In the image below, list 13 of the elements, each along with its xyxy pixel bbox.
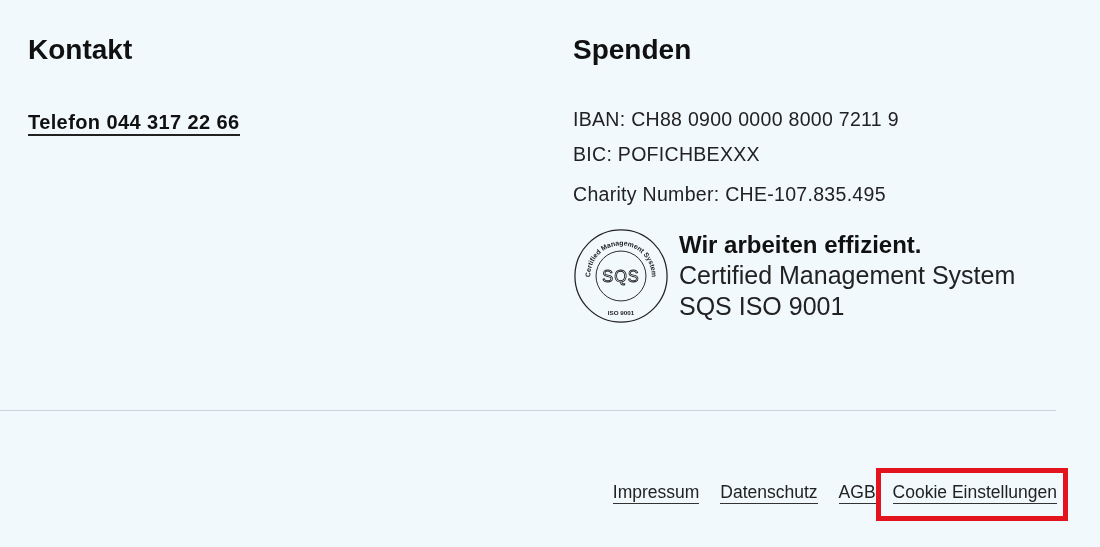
footer-link[interactable]: Datenschutz xyxy=(720,481,818,504)
footer-link[interactable]: Cookie Einstellungen xyxy=(892,481,1057,504)
phone-link[interactable]: Telefon 044 317 22 66 xyxy=(28,110,240,136)
bank-detail: IBAN: CH88 0900 0000 8000 7211 9 xyxy=(573,107,900,132)
bank-detail: BIC: POFICHBEXXX xyxy=(573,142,761,167)
footer-link[interactable]: Impressum xyxy=(612,481,700,504)
section-heading: Kontakt xyxy=(28,33,134,67)
certificate-line: Certified Management System xyxy=(679,260,1016,291)
footer-link[interactable]: AGB xyxy=(838,481,876,504)
certificate-line: SQS ISO 9001 xyxy=(679,291,846,322)
charity-number: Charity Number: CHE-107.835.495 xyxy=(573,182,887,207)
certificate-title: Wir arbeiten effizient. xyxy=(679,230,923,260)
section-heading: Spenden xyxy=(573,33,693,67)
